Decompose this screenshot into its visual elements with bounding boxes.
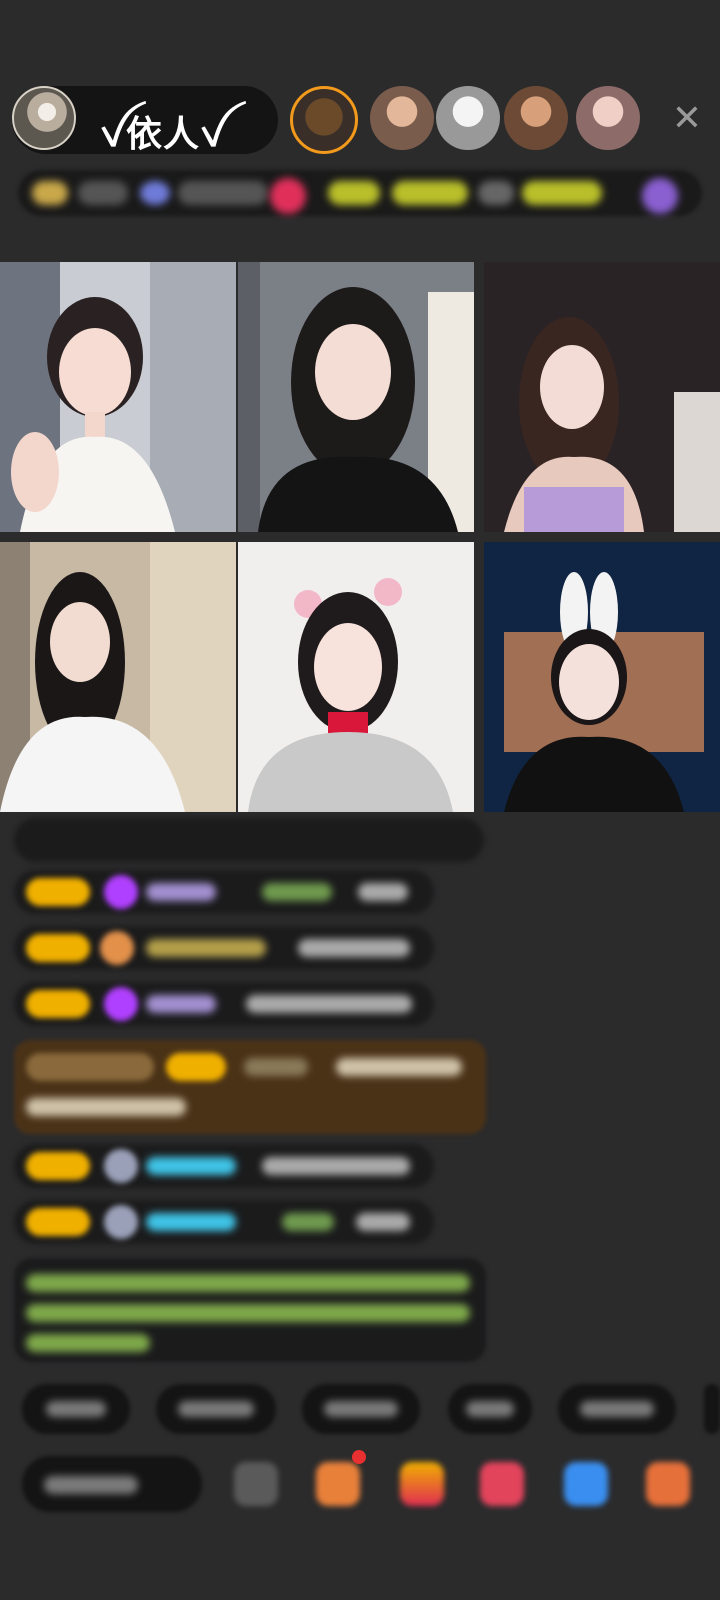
close-icon[interactable]: ✕ [664,96,710,142]
top-viewer-avatar-5[interactable] [576,86,640,150]
user-level-badge [26,1053,154,1081]
heart-icon[interactable] [270,178,306,214]
chat-system-message [14,818,484,862]
more-apps-icon[interactable] [646,1462,690,1506]
top-viewer-avatar-1[interactable] [290,86,358,154]
chat-username[interactable] [244,1058,308,1076]
chat-text [356,1213,410,1231]
chat-text [26,1098,186,1116]
tag-3[interactable] [478,181,514,205]
video-cell-2[interactable] [238,262,474,532]
chat-text [336,1058,462,1076]
rank-text [78,181,128,205]
announcement-line-3 [26,1334,150,1352]
chat-username[interactable] [146,1213,236,1231]
rank-badge-icon[interactable] [32,181,68,205]
quick-reply-6[interactable] [704,1384,720,1434]
chat-input-placeholder [44,1476,138,1494]
share-icon[interactable] [480,1462,524,1506]
chat-username[interactable] [146,883,216,901]
gift-icon [104,987,138,1021]
top-viewer-avatar-3[interactable] [436,86,500,150]
chat-target [262,883,332,901]
chat-text [358,883,408,901]
user-avatar [104,1149,138,1183]
top-viewer-avatar-4[interactable] [504,86,568,150]
user-avatar [100,931,134,965]
announcement-line-2 [26,1304,470,1322]
top-viewer-avatar-2[interactable] [370,86,434,150]
tag-1[interactable] [328,181,380,205]
chat-username[interactable] [146,995,216,1013]
announcement-line-1 [26,1274,470,1292]
chat-target [282,1213,334,1231]
game-icon[interactable] [564,1462,608,1506]
video-cell-6[interactable] [484,542,720,812]
fan-badge [166,1053,226,1081]
chat-username[interactable] [146,939,266,957]
video-cell-1[interactable] [0,262,236,532]
quick-reply-3-label [324,1401,398,1417]
user-level-badge [26,1152,90,1180]
tag-2[interactable] [392,181,468,205]
chat-text [298,939,410,957]
quick-reply-2-label [178,1401,254,1417]
video-cell-4[interactable] [0,542,236,812]
more-icon[interactable] [642,178,678,214]
fans-icon[interactable] [140,181,170,205]
quick-reply-1-label [46,1401,106,1417]
user-level-badge [26,990,90,1018]
video-cell-5[interactable] [238,542,474,812]
user-level-badge [26,934,90,962]
emoji-icon[interactable] [234,1462,278,1506]
fans-text [178,181,268,205]
host-name: ꪜ依人ꪜ [100,114,226,155]
user-level-badge [26,878,90,906]
gift-icon [104,875,138,909]
quick-reply-4-label [466,1401,514,1417]
chat-username[interactable] [146,1157,236,1175]
chat-text [262,1157,410,1175]
tag-4[interactable] [522,181,602,205]
video-cell-3[interactable] [484,262,720,532]
quick-reply-5-label [580,1401,654,1417]
package-icon[interactable] [316,1462,360,1506]
host-avatar[interactable] [12,86,76,150]
chat-text [246,995,412,1013]
notification-dot [352,1450,366,1464]
gift-icon[interactable] [400,1462,444,1506]
user-level-badge [26,1208,90,1236]
user-avatar [104,1205,138,1239]
